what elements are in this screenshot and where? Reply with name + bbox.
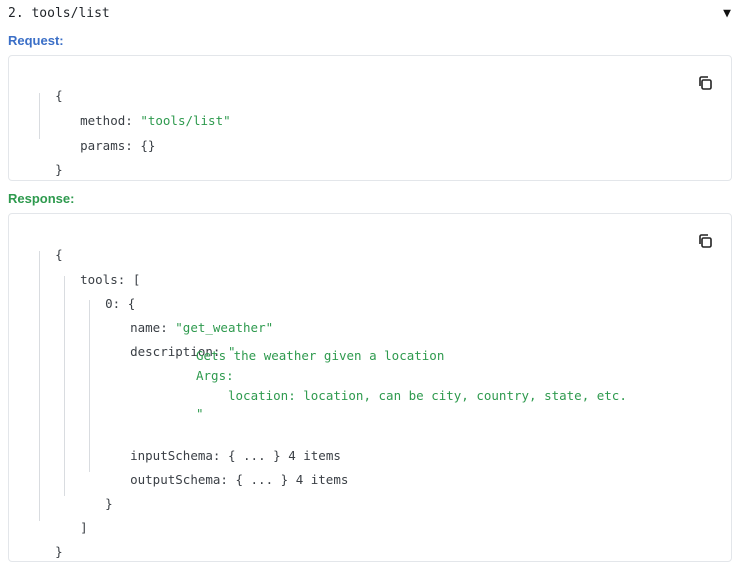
output-schema-key: outputSchema xyxy=(130,472,221,487)
response-close-brace: } xyxy=(55,544,63,559)
output-schema-value[interactable]: { ... } xyxy=(235,472,288,487)
request-label: Request: xyxy=(8,33,64,48)
description-line: location: location, can be city, country… xyxy=(228,388,627,403)
request-panel: { method: "tools/list" params: {} } xyxy=(8,55,732,181)
triangle-down-icon[interactable]: ▼ xyxy=(723,7,731,20)
description-line: Gets the weather given a location xyxy=(196,348,445,363)
copy-icon[interactable] xyxy=(697,75,713,91)
description-close-quote: " xyxy=(196,406,204,421)
output-schema-count: 4 items xyxy=(295,472,349,487)
tools-close-bracket: ] xyxy=(80,520,88,535)
params-key: params xyxy=(80,138,126,153)
step-header[interactable]: 2. tools/list ▼ xyxy=(0,0,735,26)
item-close-brace: } xyxy=(105,496,113,511)
response-panel: { tools: [ 0: { name: "get_weather" desc… xyxy=(8,213,732,562)
output-schema-row[interactable]: outputSchema: { ... } 4 items xyxy=(100,456,348,504)
request-close-brace: } xyxy=(55,162,63,177)
step-title: 2. tools/list xyxy=(8,5,110,21)
params-value: {} xyxy=(140,138,156,153)
description-line: Args: xyxy=(196,368,234,383)
indent-guide xyxy=(39,251,40,521)
response-label: Response: xyxy=(8,191,75,206)
indent-guide xyxy=(64,276,65,496)
copy-icon[interactable] xyxy=(697,233,713,249)
